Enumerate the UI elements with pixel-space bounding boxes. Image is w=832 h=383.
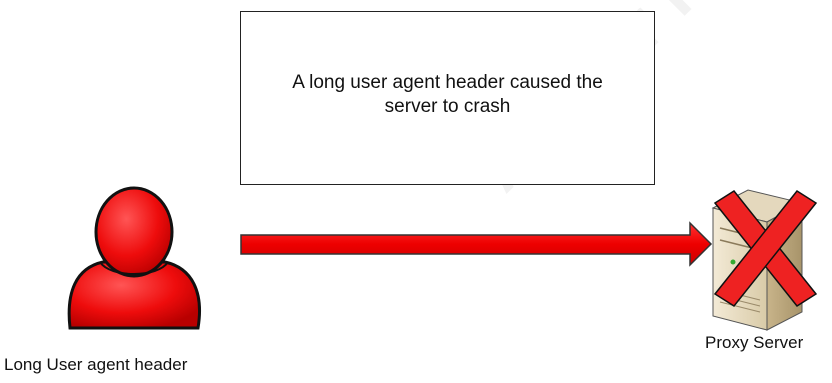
diagram-canvas bbox=[67, 186, 818, 331]
user-icon bbox=[67, 186, 201, 330]
server-label: Proxy Server bbox=[705, 333, 804, 352]
request-arrow bbox=[240, 221, 713, 267]
user-label: Long User agent header bbox=[4, 355, 188, 374]
